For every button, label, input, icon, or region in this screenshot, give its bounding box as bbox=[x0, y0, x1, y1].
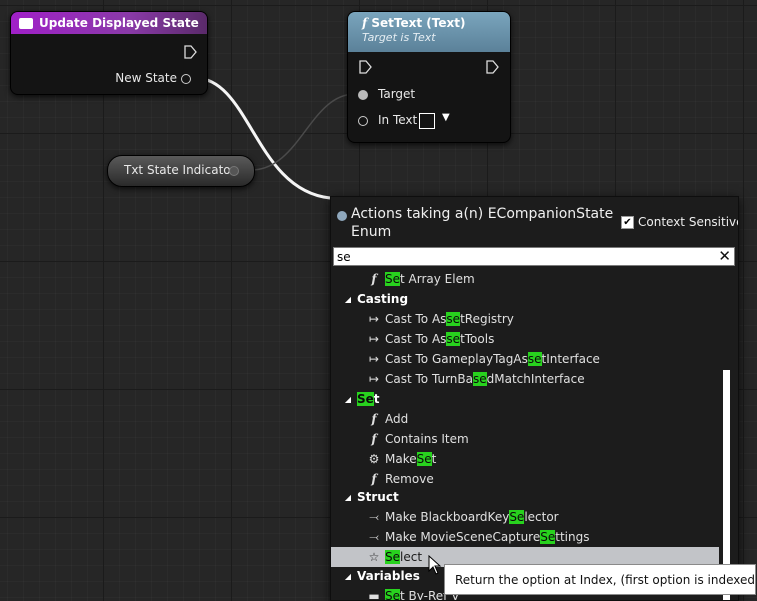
in-text-pin-label: In Text bbox=[378, 113, 418, 127]
action-menu-title: Actions taking a(n) ECompanionState Enum bbox=[351, 206, 614, 240]
search-box[interactable]: ✕ bbox=[333, 247, 735, 266]
close-icon[interactable]: ✕ bbox=[718, 247, 731, 265]
new-state-pin-icon[interactable] bbox=[181, 74, 191, 84]
chevron-down-icon[interactable]: ▼ bbox=[442, 112, 450, 123]
action-label-text: Make bbox=[385, 452, 417, 466]
action-item[interactable]: ⤙ Make MovieSceneCapture Se ttings bbox=[331, 527, 719, 547]
variable-out-pin-icon[interactable] bbox=[229, 166, 239, 176]
pin-type-icon bbox=[337, 211, 347, 221]
action-label-text: t bbox=[373, 392, 380, 406]
target-pin-icon[interactable] bbox=[358, 90, 368, 100]
settext-node-header: f SetText (Text) Target is Text bbox=[348, 12, 510, 52]
action-item[interactable]: ↦ Cast To As se tRegistry bbox=[331, 309, 719, 329]
collapse-arrow-icon: ◢ bbox=[344, 492, 352, 502]
context-sensitive-label: Context Sensitive bbox=[638, 215, 739, 229]
context-sensitive-checkbox[interactable]: ✔ bbox=[621, 215, 634, 229]
action-item[interactable]: f Contains Item bbox=[331, 429, 719, 449]
action-label-text: Remove bbox=[385, 472, 434, 486]
action-item[interactable]: f Add bbox=[331, 409, 719, 429]
action-menu: Actions taking a(n) ECompanionState Enum… bbox=[330, 196, 739, 601]
action-label-text: ttings bbox=[555, 530, 590, 544]
action-item[interactable]: ↦ Cast To As se tTools bbox=[331, 329, 719, 349]
cast-icon: ↦ bbox=[368, 352, 380, 366]
action-label-text: Make BlackboardKey bbox=[385, 510, 510, 524]
search-match-highlight: Se bbox=[357, 392, 374, 406]
collapse-arrow-icon: ◢ bbox=[344, 294, 352, 304]
cast-icon: ↦ bbox=[368, 332, 380, 346]
action-label-text: lector bbox=[524, 510, 559, 524]
search-match-highlight: Se bbox=[385, 550, 400, 564]
variable-node[interactable]: Txt State Indicator bbox=[107, 155, 255, 187]
in-text-value-box[interactable] bbox=[419, 113, 435, 129]
exec-in-pin-icon[interactable] bbox=[358, 59, 372, 75]
search-match-highlight: se bbox=[446, 332, 461, 346]
make-struct-icon: ⤙ bbox=[369, 509, 379, 524]
action-label-text: Cast To TurnBa bbox=[385, 372, 473, 386]
action-label-text: tTools bbox=[460, 332, 495, 346]
event-node-header: Update Displayed State bbox=[11, 12, 207, 34]
select-icon: ☆ bbox=[368, 550, 380, 564]
function-icon: f bbox=[371, 412, 377, 426]
event-icon bbox=[19, 17, 33, 29]
settext-node-title: SetText (Text) bbox=[371, 16, 466, 30]
function-icon: f bbox=[371, 432, 377, 446]
action-label-text: dMatchInterface bbox=[486, 372, 585, 386]
action-item[interactable]: ↦ Cast To GameplayTagAs se tInterface bbox=[331, 349, 719, 369]
collapse-arrow-icon: ◢ bbox=[344, 571, 352, 581]
action-label-text: t bbox=[431, 452, 437, 466]
search-match-highlight: Se bbox=[416, 452, 432, 466]
action-label-text: Casting bbox=[357, 292, 409, 306]
category-header[interactable]: ◢ Struct bbox=[331, 487, 719, 507]
search-input[interactable] bbox=[334, 248, 707, 265]
action-item[interactable]: f Se t Array Elem bbox=[331, 269, 719, 289]
action-label-text: Add bbox=[385, 412, 409, 426]
action-label-text: Cast To As bbox=[385, 332, 447, 346]
search-match-highlight: Se bbox=[509, 510, 525, 524]
action-label-text: lect bbox=[400, 550, 423, 564]
settext-node[interactable]: f SetText (Text) Target is Text Target I… bbox=[347, 11, 511, 143]
action-label-text: Make MovieSceneCapture bbox=[385, 530, 541, 544]
action-label-text: t Array Elem bbox=[400, 272, 475, 286]
make-set-icon: ⚙ bbox=[368, 452, 380, 466]
exec-out-pin-icon[interactable] bbox=[183, 44, 197, 60]
variable-node-label: Txt State Indicator bbox=[124, 163, 236, 177]
cast-icon: ↦ bbox=[368, 372, 380, 386]
set-variable-icon: ▬ bbox=[368, 589, 380, 601]
action-item[interactable]: f Remove bbox=[331, 469, 719, 489]
action-item[interactable]: ⚙ Make Se t bbox=[331, 449, 719, 469]
action-item[interactable]: ↦ Cast To TurnBa se dMatchInterface bbox=[331, 369, 719, 389]
tooltip: Return the option at Index, (first optio… bbox=[444, 564, 757, 595]
action-item[interactable]: ⤙ Make BlackboardKey Se lector bbox=[331, 507, 719, 527]
action-label-text: tInterface bbox=[541, 352, 600, 366]
action-label-text: Cast To GameplayTagAs bbox=[385, 352, 528, 366]
context-sensitive-toggle[interactable]: ✔ Context Sensitive bbox=[621, 215, 739, 229]
settext-node-subtitle: Target is Text bbox=[362, 31, 436, 44]
action-label-text: Struct bbox=[357, 490, 399, 504]
action-label-text: Variables bbox=[357, 569, 420, 583]
make-struct-icon: ⤙ bbox=[369, 529, 379, 544]
search-match-highlight: se bbox=[472, 372, 487, 386]
function-icon: f bbox=[371, 272, 377, 286]
category-header[interactable]: ◢ Casting bbox=[331, 289, 719, 309]
search-match-highlight: se bbox=[446, 312, 461, 326]
function-icon: f bbox=[371, 472, 377, 486]
action-label-text: Cast To As bbox=[385, 312, 447, 326]
search-match-highlight: Se bbox=[385, 272, 400, 286]
collapse-arrow-icon: ◢ bbox=[344, 394, 352, 404]
search-match-highlight: se bbox=[527, 352, 542, 366]
target-pin-label: Target bbox=[378, 87, 416, 101]
action-label-text: Contains Item bbox=[385, 432, 469, 446]
category-header[interactable]: ◢ Se t bbox=[331, 389, 719, 409]
event-node[interactable]: Update Displayed State New State bbox=[10, 11, 208, 95]
search-match-highlight: Se bbox=[385, 589, 400, 601]
action-label-text: tRegistry bbox=[460, 312, 514, 326]
event-node-title: Update Displayed State bbox=[39, 16, 199, 30]
cast-icon: ↦ bbox=[368, 312, 380, 326]
exec-out-pin-icon[interactable] bbox=[485, 59, 499, 75]
search-match-highlight: Se bbox=[540, 530, 556, 544]
function-icon: f bbox=[362, 16, 368, 30]
new-state-pin-label: New State bbox=[115, 71, 177, 85]
in-text-pin-icon[interactable] bbox=[358, 116, 368, 126]
mouse-cursor-icon bbox=[428, 555, 442, 575]
